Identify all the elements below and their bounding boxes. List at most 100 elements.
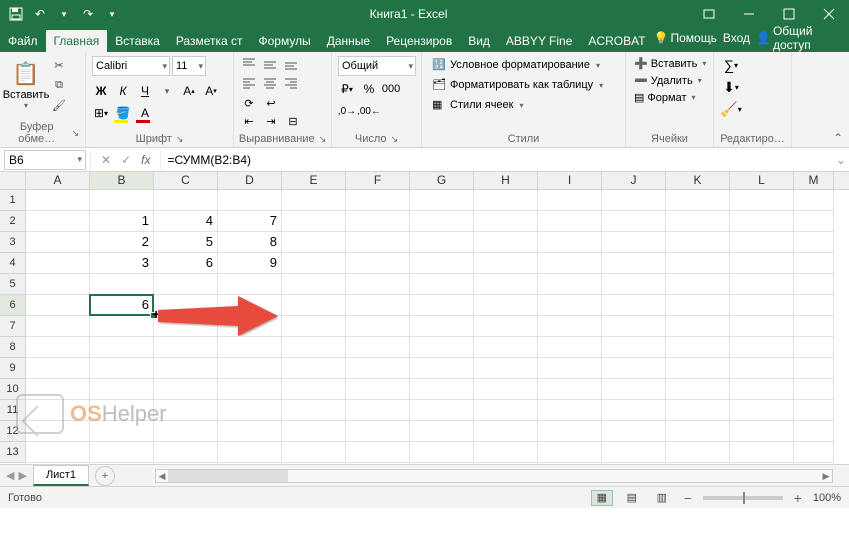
format-painter-icon[interactable]: 🖌 bbox=[50, 97, 68, 113]
font-color-button[interactable]: A bbox=[136, 104, 154, 122]
font-launcher-icon[interactable]: ↘ bbox=[176, 134, 184, 145]
cell-G6[interactable] bbox=[410, 295, 474, 316]
bold-button[interactable]: Ж bbox=[92, 82, 110, 100]
cell-G10[interactable] bbox=[410, 379, 474, 400]
cell-B1[interactable] bbox=[90, 190, 154, 211]
cell-B11[interactable] bbox=[90, 400, 154, 421]
cell-K2[interactable] bbox=[666, 211, 730, 232]
cell-K5[interactable] bbox=[666, 274, 730, 295]
cell-M13[interactable] bbox=[794, 442, 834, 463]
cell-M11[interactable] bbox=[794, 400, 834, 421]
cell-C8[interactable] bbox=[154, 337, 218, 358]
cell-I12[interactable] bbox=[538, 421, 602, 442]
cell-H11[interactable] bbox=[474, 400, 538, 421]
scrollbar-thumb[interactable] bbox=[168, 470, 288, 482]
cell-K13[interactable] bbox=[666, 442, 730, 463]
cell-J4[interactable] bbox=[602, 253, 666, 274]
tab-acrobat[interactable]: ACROBAT bbox=[580, 30, 653, 52]
italic-button[interactable]: К bbox=[114, 82, 132, 100]
cell-L5[interactable] bbox=[730, 274, 794, 295]
cell-D2[interactable]: 7 bbox=[218, 211, 282, 232]
cell-B5[interactable] bbox=[90, 274, 154, 295]
select-all-button[interactable] bbox=[0, 172, 26, 189]
cell-F12[interactable] bbox=[346, 421, 410, 442]
cell-C3[interactable]: 5 bbox=[154, 232, 218, 253]
cell-C1[interactable] bbox=[154, 190, 218, 211]
align-middle-icon[interactable] bbox=[261, 56, 279, 72]
column-header-K[interactable]: K bbox=[666, 172, 730, 189]
column-header-I[interactable]: I bbox=[538, 172, 602, 189]
cell-M4[interactable] bbox=[794, 253, 834, 274]
expand-formula-bar-icon[interactable]: ⌄ bbox=[833, 153, 849, 167]
row-header-12[interactable]: 12 bbox=[0, 421, 26, 442]
cell-K9[interactable] bbox=[666, 358, 730, 379]
share-button[interactable]: 👤 Общий доступ bbox=[756, 24, 841, 52]
cell-F11[interactable] bbox=[346, 400, 410, 421]
align-right-icon[interactable] bbox=[282, 75, 300, 91]
cell-E8[interactable] bbox=[282, 337, 346, 358]
align-center-icon[interactable] bbox=[261, 75, 279, 91]
cell-D12[interactable] bbox=[218, 421, 282, 442]
cell-M10[interactable] bbox=[794, 379, 834, 400]
cell-D11[interactable] bbox=[218, 400, 282, 421]
cell-G12[interactable] bbox=[410, 421, 474, 442]
borders-button[interactable]: ⊞▾ bbox=[92, 104, 110, 122]
fill-handle[interactable] bbox=[150, 312, 157, 319]
delete-cells-button[interactable]: ➖Удалить bbox=[632, 73, 707, 88]
add-sheet-button[interactable]: + bbox=[95, 466, 115, 486]
cell-A2[interactable] bbox=[26, 211, 90, 232]
cell-K11[interactable] bbox=[666, 400, 730, 421]
cell-L9[interactable] bbox=[730, 358, 794, 379]
autosum-icon[interactable]: ∑▾ bbox=[720, 56, 742, 74]
cell-A9[interactable] bbox=[26, 358, 90, 379]
cell-L4[interactable] bbox=[730, 253, 794, 274]
zoom-in-button[interactable]: + bbox=[791, 490, 805, 506]
cell-styles-button[interactable]: ▦Стили ячеек bbox=[428, 96, 619, 114]
cell-J5[interactable] bbox=[602, 274, 666, 295]
cell-L13[interactable] bbox=[730, 442, 794, 463]
redo-icon[interactable]: ↷ bbox=[80, 6, 96, 22]
cell-M12[interactable] bbox=[794, 421, 834, 442]
cell-E9[interactable] bbox=[282, 358, 346, 379]
fill-icon[interactable]: ⬇▾ bbox=[720, 78, 742, 96]
cell-M3[interactable] bbox=[794, 232, 834, 253]
cell-F1[interactable] bbox=[346, 190, 410, 211]
cell-I7[interactable] bbox=[538, 316, 602, 337]
cell-K7[interactable] bbox=[666, 316, 730, 337]
column-header-H[interactable]: H bbox=[474, 172, 538, 189]
cell-F9[interactable] bbox=[346, 358, 410, 379]
number-launcher-icon[interactable]: ↘ bbox=[391, 134, 399, 145]
column-header-E[interactable]: E bbox=[282, 172, 346, 189]
orientation-icon[interactable]: ⟳ bbox=[240, 95, 258, 111]
number-format-select[interactable]: Общий bbox=[338, 56, 416, 76]
format-cells-button[interactable]: ▤Формат bbox=[632, 90, 707, 105]
clear-icon[interactable]: 🧹▾ bbox=[720, 100, 742, 118]
currency-icon[interactable]: ₽▾ bbox=[338, 80, 356, 98]
cell-F8[interactable] bbox=[346, 337, 410, 358]
cell-E7[interactable] bbox=[282, 316, 346, 337]
cell-K8[interactable] bbox=[666, 337, 730, 358]
cell-A6[interactable] bbox=[26, 295, 90, 316]
zoom-slider[interactable] bbox=[703, 496, 783, 500]
clipboard-launcher-icon[interactable]: ↘ bbox=[71, 128, 79, 139]
tab-page-layout[interactable]: Разметка ст bbox=[168, 30, 251, 52]
cell-L12[interactable] bbox=[730, 421, 794, 442]
page-layout-view-icon[interactable]: ▤ bbox=[621, 490, 643, 506]
cell-A11[interactable] bbox=[26, 400, 90, 421]
cell-E11[interactable] bbox=[282, 400, 346, 421]
cell-A10[interactable] bbox=[26, 379, 90, 400]
column-header-J[interactable]: J bbox=[602, 172, 666, 189]
row-header-6[interactable]: 6 bbox=[0, 295, 26, 316]
formula-input[interactable]: =СУММ(B2:B4) bbox=[161, 153, 833, 167]
cell-F5[interactable] bbox=[346, 274, 410, 295]
cell-B8[interactable] bbox=[90, 337, 154, 358]
cell-F4[interactable] bbox=[346, 253, 410, 274]
save-icon[interactable] bbox=[8, 6, 24, 22]
cell-L8[interactable] bbox=[730, 337, 794, 358]
column-header-M[interactable]: M bbox=[794, 172, 834, 189]
name-box[interactable]: B6 bbox=[4, 150, 86, 170]
cell-D6[interactable] bbox=[218, 295, 282, 316]
insert-cells-button[interactable]: ➕Вставить bbox=[632, 56, 707, 71]
column-header-D[interactable]: D bbox=[218, 172, 282, 189]
cell-I6[interactable] bbox=[538, 295, 602, 316]
